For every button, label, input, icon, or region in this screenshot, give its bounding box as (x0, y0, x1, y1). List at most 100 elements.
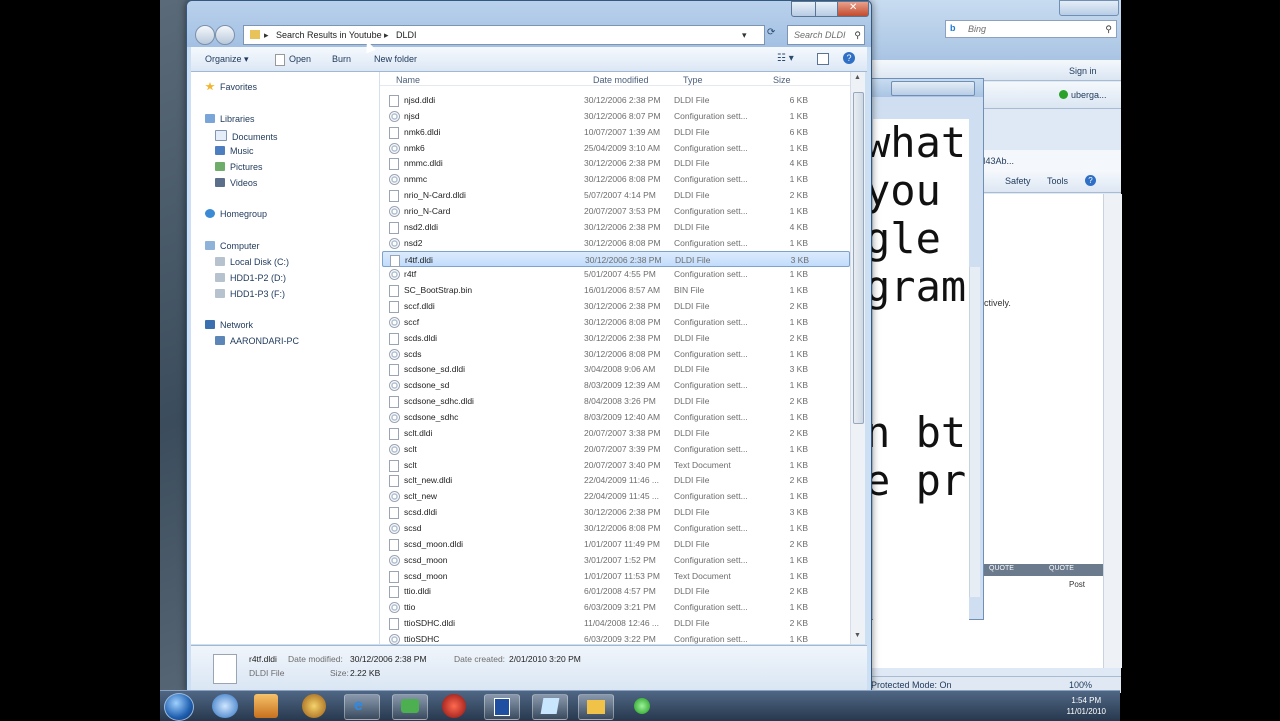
internet-explorer-icon[interactable]: e (344, 694, 380, 720)
back-button[interactable] (195, 25, 215, 45)
quote-button-1[interactable]: QUOTE (983, 564, 1043, 576)
file-row[interactable]: ttio.dldi 6/01/2008 4:57 PM DLDI File 2 KB (382, 583, 848, 599)
file-row[interactable]: scdsone_sd 8/03/2009 12:39 AM Configuratio… (382, 377, 848, 393)
help-icon[interactable]: ? (1085, 175, 1096, 186)
nav-computer[interactable]: Computer (205, 241, 260, 251)
file-row[interactable]: sccf.dldi 30/12/2006 2:38 PM DLDI File 2 KB (382, 298, 848, 314)
chevron-down-icon[interactable]: ▾ (742, 30, 747, 41)
ie-vertical-scrollbar[interactable] (1103, 194, 1122, 668)
file-row[interactable]: scdsone_sdhc.dldi 8/04/2008 3:26 PM DLDI F… (382, 393, 848, 409)
file-row[interactable]: scdsone_sd.dldi 3/04/2008 9:06 AM DLDI Fil… (382, 361, 848, 377)
search-icon[interactable]: ⚲ (1105, 24, 1112, 35)
start-button[interactable] (164, 693, 194, 721)
file-row[interactable]: scsd 30/12/2006 8:08 PM Configuration sett… (382, 520, 848, 536)
file-row[interactable]: sccf 30/12/2006 8:08 PM Configuration sett… (382, 314, 848, 330)
nav-homegroup[interactable]: Homegroup (205, 209, 267, 219)
file-row[interactable]: sclt_new.dldi 22/04/2009 11:46 ... DLDI Fi… (382, 472, 848, 488)
file-row[interactable]: nrio_N-Card.dldi 5/07/2007 4:14 PM DLDI Fi… (382, 187, 848, 203)
notepad-icon[interactable] (532, 694, 568, 720)
nav-drive-f[interactable]: HDD1-P3 (F:) (215, 289, 285, 299)
file-row[interactable]: scds.dldi 30/12/2006 2:38 PM DLDI File 2 KB (382, 330, 848, 346)
organize-menu[interactable]: Organize ▾ (205, 54, 249, 65)
maximize-button[interactable] (815, 1, 839, 17)
nav-music[interactable]: Music (215, 146, 254, 156)
tab-label[interactable]: I43Ab... (983, 156, 1014, 166)
file-row[interactable]: r4tf.dldi 30/12/2006 2:38 PM DLDI File 3 KB (382, 250, 850, 267)
ie-window-controls[interactable] (1059, 0, 1119, 16)
open-button[interactable]: Open (289, 54, 311, 64)
file-row[interactable]: scsd.dldi 30/12/2006 2:38 PM DLDI File 3 KB (382, 504, 848, 520)
file-row[interactable]: nmmc 30/12/2006 8:08 PM Configuration sett… (382, 171, 848, 187)
column-header-name[interactable]: Name (396, 75, 420, 85)
file-row[interactable]: scsd_moon 1/01/2007 11:53 PM Text Document… (382, 568, 848, 584)
sign-in-link[interactable]: Sign in (1069, 66, 1097, 76)
file-list-scrollbar[interactable]: ▲ ▼ (850, 72, 865, 644)
file-row[interactable]: nrio_N-Card 20/07/2007 3:53 PM Configurati… (382, 203, 848, 219)
column-header-type[interactable]: Type (683, 75, 703, 85)
file-row[interactable]: njsd.dldi 30/12/2006 2:38 PM DLDI File 6 KB (382, 92, 848, 108)
file-row[interactable]: scsd_moon.dldi 1/01/2007 11:49 PM DLDI Fil… (382, 536, 848, 552)
file-row[interactable]: nmmc.dldi 30/12/2006 2:38 PM DLDI File 4 KB (382, 155, 848, 171)
breadcrumb-search-results[interactable]: Search Results in Youtube (276, 30, 382, 40)
column-header-size[interactable]: Size (773, 75, 791, 85)
tools-menu[interactable]: Tools (1047, 176, 1068, 186)
ie-search-input[interactable]: b Bing ⚲ (945, 20, 1117, 38)
file-row[interactable]: scdsone_sdhc 8/03/2009 12:40 AM Configurat… (382, 409, 848, 425)
editor-window-controls[interactable] (891, 81, 975, 96)
search-input[interactable]: Search DLDI ⚲ (787, 25, 865, 45)
nav-network[interactable]: Network (205, 320, 253, 330)
column-header-date[interactable]: Date modified (593, 75, 649, 85)
nav-videos[interactable]: Videos (215, 178, 257, 188)
user-menu[interactable]: uberga... (1071, 90, 1107, 100)
nav-documents[interactable]: Documents (215, 130, 278, 142)
close-button[interactable]: ✕ (837, 1, 869, 17)
editor-scrollbar[interactable] (969, 267, 980, 597)
search-icon[interactable]: ⚲ (854, 30, 861, 41)
nav-libraries[interactable]: Libraries (205, 114, 255, 124)
scroll-down-icon[interactable]: ▼ (854, 632, 861, 639)
nav-drive-c[interactable]: Local Disk (C:) (215, 257, 289, 267)
file-row[interactable]: nsd2.dldi 30/12/2006 2:38 PM DLDI File 4 KB (382, 219, 848, 235)
editor-text-pane[interactable]: what you gle gram n bt e pr (865, 119, 969, 637)
app-window-icon[interactable] (484, 694, 520, 720)
file-row[interactable]: SC_BootStrap.bin 16/01/2006 8:57 AM BIN Fi… (382, 282, 848, 298)
file-row[interactable]: ttio 6/03/2009 3:21 PM Configuration sett.… (382, 599, 848, 615)
status-app-icon[interactable] (634, 698, 650, 714)
file-row[interactable]: sclt_new 22/04/2009 11:45 ... Configuratio… (382, 488, 848, 504)
preview-pane-icon[interactable] (817, 53, 829, 65)
safety-menu[interactable]: Safety (1005, 176, 1031, 186)
file-row[interactable]: nmk6 25/04/2009 3:10 AM Configuration sett… (382, 140, 848, 156)
view-options-icon[interactable]: ☷ ▾ (777, 53, 794, 64)
file-row[interactable]: r4tf 5/01/2007 4:55 PM Configuration sett.… (382, 266, 848, 282)
explorer-folder-icon[interactable] (578, 694, 614, 720)
game-icon[interactable] (442, 694, 466, 718)
warcraft-icon[interactable] (302, 694, 326, 718)
nav-network-pc[interactable]: AARONDARI-PC (215, 336, 299, 346)
network-app-icon[interactable] (392, 694, 428, 720)
file-row[interactable]: scds 30/12/2006 8:08 PM Configuration sett… (382, 346, 848, 362)
file-row[interactable]: sclt.dldi 20/07/2007 3:38 PM DLDI File 2 KB (382, 425, 848, 441)
file-row[interactable]: sclt 20/07/2007 3:39 PM Configuration sett… (382, 441, 848, 457)
file-row[interactable]: sclt 20/07/2007 3:40 PM Text Document 1 KB (382, 457, 848, 473)
file-row[interactable]: njsd 30/12/2006 8:07 PM Configuration sett… (382, 108, 848, 124)
program-icon[interactable] (254, 694, 278, 718)
file-row[interactable]: nmk6.dldi 10/07/2007 1:39 AM DLDI File 6 KB (382, 124, 848, 140)
address-bar[interactable]: ▸ Search Results in Youtube ▸ DLDI ▾ (243, 25, 765, 45)
file-row[interactable]: scsd_moon 3/01/2007 1:52 PM Configuration … (382, 552, 848, 568)
system-clock[interactable]: 1:54 PM 11/01/2010 (1067, 695, 1106, 717)
scroll-up-icon[interactable]: ▲ (854, 74, 861, 81)
breadcrumb-dldi[interactable]: DLDI (396, 30, 417, 40)
minimize-button[interactable] (791, 1, 817, 17)
media-player-icon[interactable] (212, 694, 238, 718)
scrollbar-thumb[interactable] (853, 92, 864, 424)
file-row[interactable]: ttioSDHC.dldi 11/04/2008 12:46 ... DLDI Fi… (382, 615, 848, 631)
nav-drive-d[interactable]: HDD1-P2 (D:) (215, 273, 286, 283)
nav-pictures[interactable]: Pictures (215, 162, 263, 172)
burn-button[interactable]: Burn (332, 54, 351, 64)
refresh-icon[interactable]: ⟳ (767, 27, 775, 38)
file-row[interactable]: nsd2 30/12/2006 8:08 PM Configuration sett… (382, 235, 848, 251)
zoom-level[interactable]: 100% (1069, 680, 1092, 690)
nav-favorites[interactable]: Favorites (205, 82, 257, 92)
forward-button[interactable] (215, 25, 235, 45)
quote-button-2[interactable]: QUOTE (1043, 564, 1103, 576)
